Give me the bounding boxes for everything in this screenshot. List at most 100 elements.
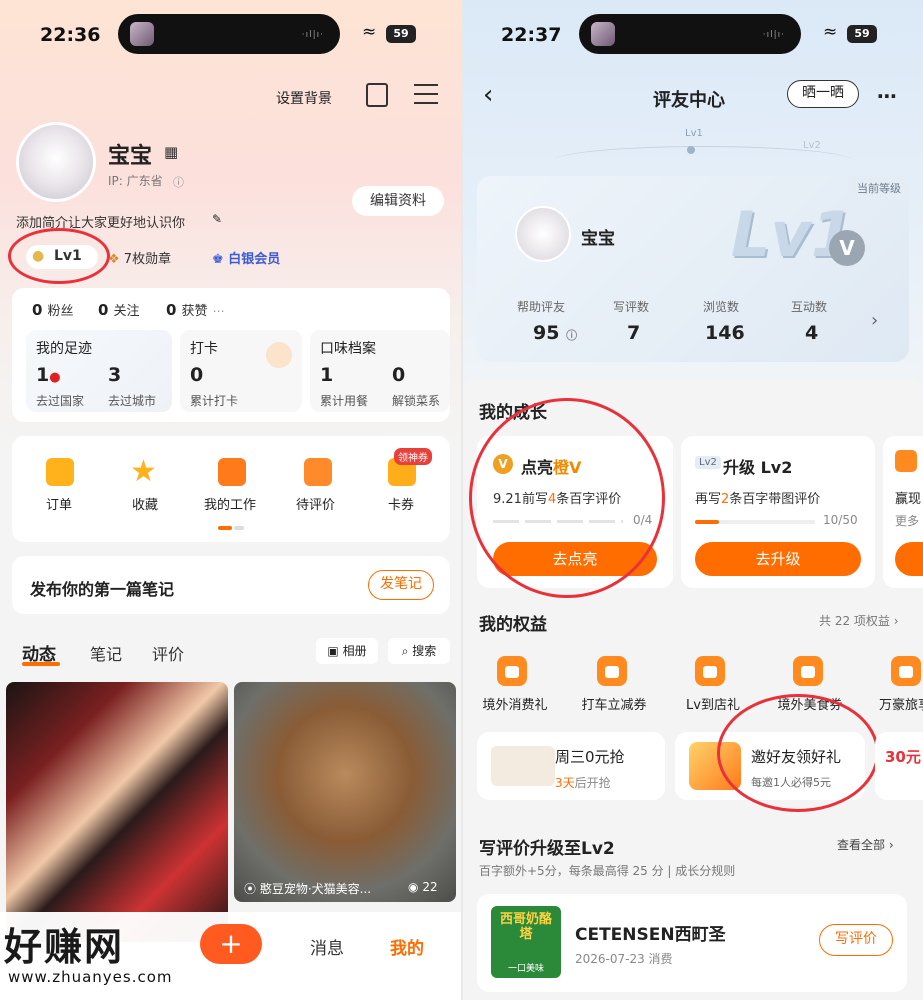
taste-meals-num: 1	[320, 364, 334, 386]
nav-mine[interactable]: 我的	[390, 934, 424, 959]
annotation-circle	[469, 398, 665, 598]
avatar[interactable]	[16, 122, 96, 202]
check-icon	[266, 342, 292, 368]
edit-pencil-icon[interactable]: ✎	[212, 212, 222, 226]
orders-shortcut[interactable]: 订单	[46, 458, 74, 513]
qrcode-icon[interactable]: ▦	[164, 143, 178, 161]
coupon-shortcut[interactable]: 卡券 领神券	[388, 448, 432, 513]
rights-item[interactable]	[695, 656, 725, 686]
work-shortcut[interactable]: 我的工作	[204, 458, 256, 513]
shop-name: CETENSEN西町圣	[575, 925, 726, 945]
write-review-button[interactable]: 写评价	[819, 924, 893, 956]
hotel-icon	[891, 656, 921, 686]
more-icon[interactable]: ⋯	[877, 84, 897, 108]
taste-title: 口味档案	[320, 341, 376, 357]
rights-icon	[497, 656, 527, 686]
upgrade-progress-fill	[695, 520, 719, 524]
nav-messages[interactable]: 消息	[310, 934, 344, 959]
footprint-title: 我的足迹	[36, 341, 92, 357]
share-button[interactable]: 晒一晒	[787, 80, 859, 108]
edit-profile-button[interactable]: 编辑资料	[352, 186, 444, 216]
shortcut-label: 待评价	[296, 498, 336, 513]
current-level-tag: 当前等级	[849, 176, 909, 200]
rights-item[interactable]	[793, 656, 823, 686]
fans-stat[interactable]: 0 粉丝	[32, 300, 74, 319]
post-note-button[interactable]: 发笔记	[368, 570, 434, 600]
page-indicator	[218, 526, 232, 530]
search-icon: ⌕	[401, 644, 409, 658]
album-button[interactable]: ▣ 相册	[316, 638, 378, 664]
coupon-badge: 领神券	[394, 448, 432, 465]
to-review-shortcut[interactable]: 待评价	[296, 458, 335, 513]
shortcut-card: 订单 ★ 收藏 我的工作 待评价 卡券 领神券	[12, 436, 450, 542]
likes-stat[interactable]: 0 获赞 ⋯	[166, 300, 225, 319]
order-icon	[46, 458, 74, 486]
favorites-shortcut[interactable]: ★ 收藏	[130, 454, 158, 513]
upgrade-progress-text: 10/50	[823, 513, 858, 527]
rights-count-link[interactable]: 共 22 项权益 ›	[819, 612, 899, 629]
chevron-right-icon[interactable]: ›	[871, 310, 878, 331]
rights-item[interactable]	[597, 656, 627, 686]
back-chevron-icon[interactable]: ‹	[483, 80, 493, 110]
stat-value-help[interactable]: 95 ⓘ	[533, 322, 577, 344]
third-card-button[interactable]	[895, 542, 923, 576]
briefcase-icon	[218, 458, 246, 486]
rights-label: Lv到店礼	[686, 698, 740, 713]
view-all-link[interactable]: 查看全部 ›	[837, 836, 894, 853]
feed-image-portrait[interactable]	[6, 682, 228, 942]
set-background-button[interactable]: 设置背景	[276, 88, 332, 108]
gift-lv-icon	[695, 656, 725, 686]
share-icon[interactable]	[366, 83, 388, 107]
battery-icon: 59	[847, 25, 877, 43]
footprint-card[interactable]: 我的足迹 1● 去过国家 3 去过城市	[26, 330, 172, 412]
medals-badge[interactable]: ❖ 7枚勋章	[108, 248, 171, 267]
level-track-arc	[553, 146, 853, 176]
eye-icon: ◉	[408, 880, 419, 894]
red-dot-icon: ●	[49, 370, 61, 385]
info-icon[interactable]: ⓘ	[173, 174, 184, 190]
growth-card-upgrade[interactable]: Lv2 升级 Lv2 再写2条百字带图评价 10/50 去升级	[681, 436, 875, 588]
member-badge[interactable]: ♚ 白银会员	[212, 248, 280, 267]
review-shop-card[interactable]: 西哥奶酪塔 一口美味 CETENSEN西町圣 2026-07-23 消费 写评价	[477, 894, 907, 992]
album-label: 相册	[342, 644, 367, 658]
shop-logo: 西哥奶酪塔 一口美味	[491, 906, 561, 978]
upgrade-button[interactable]: 去升级	[695, 542, 861, 576]
annotation-circle	[717, 694, 879, 812]
review-rule-text[interactable]: 百字额外+5分，每条最高得 25 分 | 成长分规则	[479, 862, 735, 879]
annotation-circle	[8, 228, 110, 284]
shortcut-label: 收藏	[132, 498, 159, 513]
upgrade-desc: 再写2条百字带图评价	[695, 492, 821, 507]
follow-stat[interactable]: 0 关注	[98, 300, 140, 319]
menu-icon[interactable]	[414, 84, 438, 104]
rights-item[interactable]	[497, 656, 527, 686]
stat-value-interactions[interactable]: 4	[805, 322, 818, 344]
stat-value-views[interactable]: 146	[705, 322, 745, 344]
medals-text: 7枚勋章	[123, 252, 172, 267]
right-screen: 22:37 ·ıl|ı· ≈ 59 ‹ 评友中心 晒一晒 ⋯ Lv1 Lv2 当…	[463, 0, 923, 1000]
tab-notes[interactable]: 笔记	[90, 641, 122, 665]
third-card-desc: 更多	[895, 514, 920, 528]
taste-meals-label: 累计用餐	[320, 394, 369, 408]
bio-text[interactable]: 添加简介让大家更好地认识你	[16, 212, 185, 231]
island-audio-icon: ·ıl|ı·	[762, 30, 785, 40]
tab-reviews[interactable]: 评价	[152, 641, 184, 665]
promo-third[interactable]: 30元	[875, 732, 923, 800]
dynamic-island: ·ıl|ı·	[118, 14, 340, 54]
publish-plus-button[interactable]: +	[200, 924, 262, 964]
taste-card[interactable]: 口味档案 1 累计用餐 0 解锁菜系	[310, 330, 450, 412]
stat-value-reviews[interactable]: 7	[627, 322, 640, 344]
growth-card-third[interactable]: 赢现 更多	[883, 436, 923, 588]
level-card: 当前等级 宝宝 Lv1 V 帮助评友 95 ⓘ 写评数 7 浏览数 146 互动…	[477, 176, 909, 362]
promo-wednesday[interactable]: 周三0元抢 3天后开抢	[477, 732, 665, 800]
promo-image	[491, 746, 555, 786]
search-button[interactable]: ⌕ 搜索	[388, 638, 450, 664]
avatar[interactable]	[515, 206, 571, 262]
shortcut-label: 我的工作	[204, 498, 257, 513]
comment-icon	[304, 458, 332, 486]
checkin-card[interactable]: 打卡 0 累计打卡	[180, 330, 302, 412]
promo-sub: 3天后开抢	[555, 776, 611, 790]
watermark-logo: 好赚网	[4, 925, 125, 969]
shortcut-label: 卡券	[387, 498, 414, 513]
feed-image-dog[interactable]	[234, 682, 456, 902]
rights-item[interactable]	[891, 656, 921, 686]
